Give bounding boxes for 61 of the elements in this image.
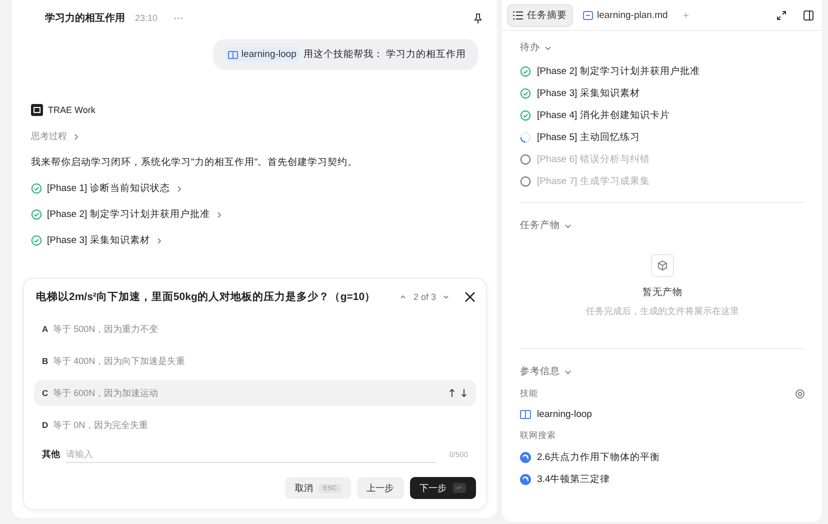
answer-option[interactable]: C 等于 600N，因为加速运动 <box>34 380 476 406</box>
close-icon[interactable] <box>464 291 476 303</box>
search-result-link[interactable]: 3.4牛顿第三定律 <box>537 473 610 486</box>
section-title[interactable]: 任务产物 <box>520 219 560 232</box>
list-icon <box>513 11 523 20</box>
search-result-link[interactable]: 2.6共点力作用下物体的平衡 <box>537 451 660 464</box>
empty-title: 暂无产物 <box>642 286 682 299</box>
chevron-up-icon[interactable] <box>399 293 408 301</box>
agent-name: TRAE Work <box>48 105 96 115</box>
more-button[interactable]: ··· <box>174 12 184 24</box>
step-link[interactable]: [Phase 2] 制定学习计划并获用户批准 <box>47 208 210 221</box>
chevron-right-icon <box>214 210 223 218</box>
agent-logo-icon <box>31 104 43 116</box>
other-input-field[interactable]: 请输入 <box>66 446 438 463</box>
chevron-down-icon <box>544 44 552 52</box>
chevron-down-icon[interactable] <box>442 293 450 301</box>
todo-item: [Phase 4] 消化并创建知识卡片 <box>537 108 670 122</box>
chevron-right-icon <box>174 184 183 192</box>
skill-name: learning-loop <box>241 49 296 60</box>
tab[interactable]: 任务摘要 <box>508 5 572 26</box>
globe-icon <box>520 474 531 485</box>
todo-item: [Phase 6] 错误分析与纠错 <box>537 152 650 166</box>
up-down-arrows-icon <box>448 388 468 398</box>
thinking-toggle[interactable]: 思考过程 <box>31 130 67 143</box>
skill-link[interactable]: learning-loop <box>537 409 592 420</box>
answer-option[interactable]: D 等于 0N，因为完全失重 <box>34 412 476 438</box>
question-pager: 2 of 3 <box>413 292 436 302</box>
file-icon <box>583 11 593 20</box>
settings-icon[interactable] <box>795 389 805 399</box>
subsection-label: 联网搜索 <box>520 430 556 442</box>
book-icon <box>228 50 238 58</box>
todo-item: [Phase 5] 主动回忆练习 <box>537 130 640 144</box>
todo-item: [Phase 7] 生成学习成果集 <box>537 174 650 188</box>
book-icon <box>520 409 531 420</box>
sidebar-icon[interactable] <box>803 10 814 21</box>
chevron-down-icon <box>564 368 572 376</box>
chevron-right-icon <box>154 236 163 244</box>
cube-icon <box>651 254 674 277</box>
expand-icon[interactable] <box>776 10 787 21</box>
tab[interactable]: learning-plan.md <box>578 6 673 25</box>
conversation-time: 23:10 <box>135 13 158 23</box>
globe-icon <box>520 452 531 463</box>
answer-option[interactable]: B 等于 400N，因为向下加速是失重 <box>34 348 476 374</box>
question-text: 电梯以2m/s²向下加速，里面50kg的人对地板的压力是多少？（g=10） <box>36 290 377 304</box>
chevron-down-icon <box>564 222 572 230</box>
step-link[interactable]: [Phase 1] 诊断当前知识状态 <box>47 182 170 195</box>
section-title[interactable]: 待办 <box>520 41 540 54</box>
pin-icon[interactable] <box>473 12 483 24</box>
step-link[interactable]: [Phase 3] 采集知识素材 <box>47 234 150 247</box>
action-button[interactable]: 上一步 <box>356 477 404 499</box>
chevron-right-icon <box>72 132 80 140</box>
todo-item: [Phase 2] 制定学习计划并获用户批准 <box>537 64 700 78</box>
answer-option[interactable]: A 等于 500N，因为重力不变 <box>34 316 476 342</box>
empty-description: 任务完成后，生成的文件将展示在这里 <box>586 305 739 318</box>
assistant-message: 我来帮你启动学习闭环，系统化学习"力的相互作用"。首先创建学习契约。 <box>31 156 359 169</box>
subsection-label: 技能 <box>520 388 538 400</box>
section-title[interactable]: 参考信息 <box>520 365 560 378</box>
message-text: 用这个技能帮我： 学习力的相互作用 <box>303 48 466 61</box>
todo-item: [Phase 3] 采集知识素材 <box>537 86 640 100</box>
other-label: 其他 <box>42 448 60 461</box>
conversation-title: 学习力的相互作用 <box>45 12 125 25</box>
